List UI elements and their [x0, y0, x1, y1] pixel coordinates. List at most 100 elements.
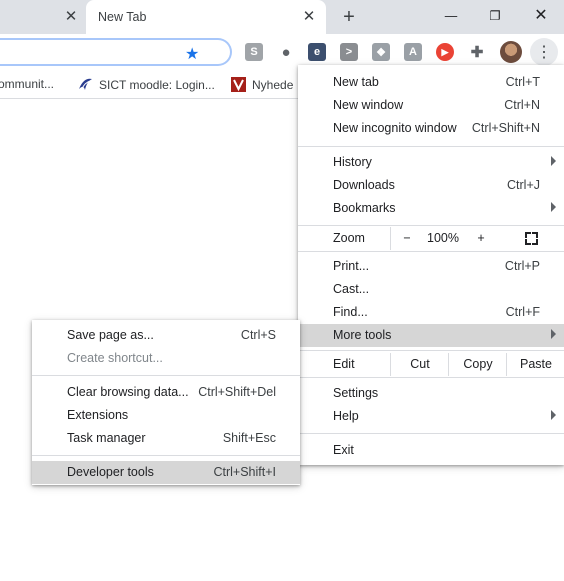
- menu-item-label: New window: [333, 98, 404, 112]
- bookmark-label: ommunit...: [0, 77, 55, 91]
- menu-item-label: More tools: [333, 328, 392, 342]
- menu-item-more-tools[interactable]: More tools: [298, 324, 564, 347]
- menu-item-label: Downloads: [333, 178, 395, 192]
- restore-button[interactable]: ❐: [483, 5, 507, 27]
- menu-item-save-page-as[interactable]: Save page as... Ctrl+S: [32, 324, 300, 347]
- menu-item-create-shortcut: Create shortcut...: [32, 347, 300, 370]
- paste-button[interactable]: Paste: [506, 353, 564, 376]
- fullscreen-icon[interactable]: [525, 232, 538, 245]
- menu-separator: [298, 146, 564, 147]
- menu-item-shortcut: Ctrl+Shift+N: [471, 121, 540, 135]
- tab-close-icon[interactable]: ✕: [300, 8, 318, 26]
- skype-extension-icon[interactable]: S: [245, 43, 263, 61]
- bookmark-star-icon[interactable]: ★: [185, 44, 199, 64]
- menu-item-settings[interactable]: Settings: [298, 382, 564, 405]
- menu-item-label: Find...: [333, 305, 368, 319]
- terminal-extension-icon[interactable]: >: [340, 43, 358, 61]
- close-window-button[interactable]: ✕: [529, 5, 553, 27]
- menu-item-label: Zoom: [333, 231, 365, 245]
- menu-item-shortcut: Shift+Esc: [222, 431, 276, 445]
- menu-item-print[interactable]: Print... Ctrl+P: [298, 255, 564, 278]
- moodle-bird-icon: [79, 78, 92, 90]
- more-tools-submenu: Save page as... Ctrl+S Create shortcut..…: [32, 320, 300, 485]
- menu-separator: [298, 225, 564, 226]
- menu-separator: [298, 433, 564, 434]
- menu-item-shortcut: Ctrl+S: [240, 328, 276, 342]
- menu-separator: [298, 350, 564, 351]
- e-extension-icon[interactable]: e: [308, 43, 326, 61]
- menu-item-label: Clear browsing data...: [67, 385, 189, 399]
- bookmark-label: SICT moodle: Login...: [99, 78, 215, 92]
- menu-item-bookmarks[interactable]: Bookmarks: [298, 197, 564, 220]
- menu-item-history[interactable]: History: [298, 151, 564, 174]
- menu-item-new-window[interactable]: New window Ctrl+N: [298, 94, 564, 117]
- bookmark-nyheder[interactable]: Nyhede: [231, 77, 293, 92]
- menu-item-label: Cast...: [333, 282, 370, 296]
- menu-item-shortcut: Ctrl+P: [504, 259, 540, 273]
- menu-item-cast[interactable]: Cast...: [298, 278, 564, 301]
- zoom-level: 100%: [427, 231, 459, 245]
- menu-item-clear-browsing-data[interactable]: Clear browsing data... Ctrl+Shift+Del: [32, 381, 300, 404]
- menu-item-shortcut: Ctrl+N: [504, 98, 540, 112]
- menu-item-label: Save page as...: [67, 328, 154, 342]
- address-bar[interactable]: ★: [0, 38, 232, 66]
- menu-item-shortcut: Ctrl+J: [507, 178, 540, 192]
- menu-item-extensions[interactable]: Extensions: [32, 404, 300, 427]
- menu-separator: [298, 377, 564, 378]
- menu-item-shortcut: Ctrl+F: [505, 305, 540, 319]
- menu-item-shortcut: Ctrl+Shift+I: [213, 465, 276, 479]
- chrome-main-menu: New tab Ctrl+T New window Ctrl+N New inc…: [298, 65, 564, 465]
- menu-item-label: Help: [333, 409, 359, 423]
- chrome-menu-button[interactable]: ⋮: [530, 38, 558, 66]
- menu-item-developer-tools[interactable]: Developer tools Ctrl+Shift+I: [32, 461, 300, 484]
- menu-item-task-manager[interactable]: Task manager Shift+Esc: [32, 427, 300, 450]
- previous-tab-close-icon[interactable]: ✕: [62, 8, 80, 26]
- menu-item-zoom: Zoom − 100% +: [298, 227, 564, 250]
- menu-item-shortcut: Ctrl+Shift+Del: [198, 385, 276, 399]
- profile-avatar[interactable]: [500, 41, 522, 63]
- zoom-in-button[interactable]: +: [471, 231, 491, 245]
- menu-item-downloads[interactable]: Downloads Ctrl+J: [298, 174, 564, 197]
- tab-strip: ✕ New Tab ✕ + — ❐ ✕: [0, 0, 564, 34]
- copy-button[interactable]: Copy: [448, 353, 507, 376]
- menu-item-exit[interactable]: Exit: [298, 439, 564, 462]
- menu-item-label: Developer tools: [67, 465, 154, 479]
- cut-button[interactable]: Cut: [390, 353, 449, 376]
- circle-extension-icon[interactable]: ●: [277, 43, 295, 61]
- menu-item-label: Task manager: [67, 431, 146, 445]
- minimize-button[interactable]: —: [439, 5, 463, 27]
- puzzle-extensions-icon[interactable]: ✚: [468, 43, 486, 61]
- media-extension-icon[interactable]: ▶: [436, 43, 454, 61]
- menu-item-label: Settings: [333, 386, 379, 400]
- menu-item-label: New incognito window: [333, 121, 457, 135]
- pdf-extension-icon[interactable]: A: [404, 43, 422, 61]
- zoom-out-button[interactable]: −: [397, 231, 417, 245]
- bookmark-label: Nyhede: [252, 78, 294, 92]
- bookmark-community[interactable]: ommunit...: [0, 77, 54, 91]
- menu-separator: [32, 375, 300, 376]
- menu-item-label: History: [333, 155, 372, 169]
- submenu-arrow-icon: [551, 202, 556, 212]
- menu-item-label: Print...: [333, 259, 370, 273]
- tab-title: New Tab: [98, 10, 147, 24]
- v-logo-icon: [231, 77, 246, 92]
- menu-item-label: New tab: [333, 75, 379, 89]
- tab-new-tab[interactable]: New Tab ✕: [86, 0, 326, 34]
- submenu-arrow-icon: [551, 156, 556, 166]
- menu-item-label: Bookmarks: [333, 201, 396, 215]
- menu-item-new-incognito-window[interactable]: New incognito window Ctrl+Shift+N: [298, 117, 564, 140]
- submenu-arrow-icon: [551, 410, 556, 420]
- menu-item-edit: Edit Cut Copy Paste: [298, 353, 564, 376]
- menu-item-label: Create shortcut...: [67, 351, 163, 365]
- menu-separator: [32, 455, 300, 456]
- menu-item-label: Exit: [333, 443, 354, 457]
- new-tab-button[interactable]: +: [338, 6, 360, 28]
- submenu-arrow-icon: [551, 329, 556, 339]
- menu-separator: [298, 251, 564, 252]
- bookmark-sict-moodle[interactable]: SICT moodle: Login...: [78, 77, 215, 92]
- menu-item-shortcut: Ctrl+T: [505, 75, 540, 89]
- menu-item-new-tab[interactable]: New tab Ctrl+T: [298, 71, 564, 94]
- menu-item-find[interactable]: Find... Ctrl+F: [298, 301, 564, 324]
- dropbox-extension-icon[interactable]: ❖: [372, 43, 390, 61]
- menu-item-help[interactable]: Help: [298, 405, 564, 428]
